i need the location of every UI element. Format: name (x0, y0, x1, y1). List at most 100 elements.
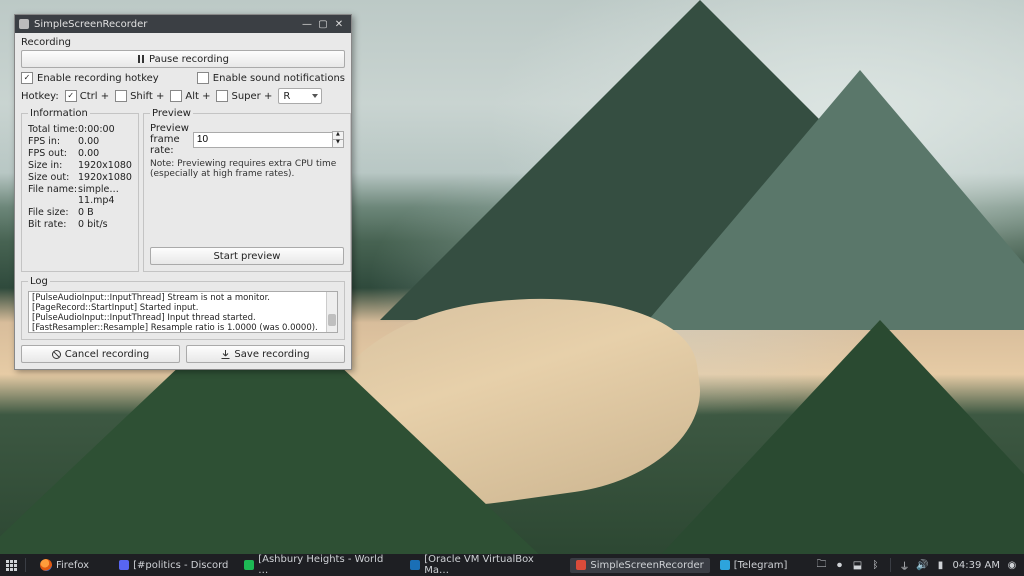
cancel-recording-button[interactable]: Cancel recording (21, 345, 180, 363)
hotkey-key-combo[interactable]: R (278, 88, 322, 104)
log-textarea[interactable]: [PulseAudioInput::InputThread] Stream is… (28, 291, 338, 333)
app-icon (576, 560, 586, 570)
taskbar-app[interactable]: SimpleScreenRecorder (570, 558, 709, 573)
file-size-value: 0 B (78, 207, 94, 218)
log-line: [PageRecord::StartInput] Started input. (32, 303, 334, 313)
information-group: Information Total time:0:00:00 FPS in:0.… (21, 108, 139, 272)
size-in-label: Size in: (28, 160, 78, 171)
taskbar: Firefox [#politics - Discord [Ashbury Hei… (0, 554, 1024, 576)
log-scrollbar[interactable] (326, 292, 337, 332)
cancel-recording-label: Cancel recording (65, 349, 149, 360)
total-time-label: Total time: (28, 124, 78, 135)
wallpaper-mountain (600, 320, 1024, 576)
super-checkbox[interactable] (216, 90, 228, 102)
taskbar-firefox-label: Firefox (56, 560, 89, 571)
app-icon (119, 560, 129, 570)
app-launcher-icon[interactable] (6, 560, 17, 571)
taskbar-app-label: [Oracle VM VirtualBox Ma… (424, 554, 560, 576)
shift-label: Shift + (130, 91, 164, 102)
tray-camera-icon[interactable]: ⏺ (834, 559, 846, 571)
bit-rate-label: Bit rate: (28, 219, 78, 230)
size-out-label: Size out: (28, 172, 78, 183)
shift-checkbox[interactable] (115, 90, 127, 102)
pause-recording-button[interactable]: Pause recording (21, 50, 345, 68)
pause-icon (137, 55, 145, 63)
tray-volume-icon[interactable]: 🔊 (917, 559, 929, 571)
wallpaper-mountain (640, 70, 1024, 330)
file-size-label: File size: (28, 207, 78, 218)
app-window: SimpleScreenRecorder — ▢ ✕ Recording Pau… (14, 14, 352, 370)
cancel-icon (52, 350, 61, 359)
enable-sound-checkbox[interactable] (197, 72, 209, 84)
file-name-value: simple…11.mp4 (78, 184, 132, 206)
alt-label: Alt + (185, 91, 210, 102)
super-label: Super + (231, 91, 272, 102)
preview-rate-input[interactable] (193, 132, 332, 148)
start-preview-button[interactable]: Start preview (150, 247, 344, 265)
close-button[interactable]: ✕ (331, 17, 347, 31)
preview-area (150, 179, 344, 247)
separator (890, 558, 891, 572)
save-recording-label: Save recording (234, 349, 309, 360)
preview-note: Note: Previewing requires extra CPU time… (150, 159, 344, 179)
start-preview-label: Start preview (213, 251, 280, 262)
app-icon (720, 560, 730, 570)
maximize-button[interactable]: ▢ (315, 17, 331, 31)
taskbar-app-label: [#politics - Discord (133, 560, 228, 571)
section-recording-label: Recording (21, 37, 345, 48)
log-legend: Log (28, 276, 50, 287)
tray-battery-icon[interactable]: ▮ (935, 559, 947, 571)
tray-wifi-icon[interactable]: ⏚ (899, 559, 911, 571)
bit-rate-value: 0 bit/s (78, 219, 108, 230)
tray-dropbox-icon[interactable]: ⬓ (852, 559, 864, 571)
fps-out-value: 0.00 (78, 148, 99, 159)
fps-in-value: 0.00 (78, 136, 99, 147)
taskbar-app-label: [Telegram] (734, 560, 788, 571)
taskbar-app[interactable]: [Ashbury Heights - World … (238, 552, 400, 576)
log-line: [PulseAudioInput::InputThread] Stream is… (32, 293, 334, 303)
minimize-button[interactable]: — (299, 17, 315, 31)
taskbar-app-label: SimpleScreenRecorder (590, 560, 703, 571)
fps-out-label: FPS out: (28, 148, 78, 159)
pause-recording-label: Pause recording (149, 54, 229, 65)
information-legend: Information (28, 108, 90, 119)
spin-down-icon[interactable]: ▼ (333, 140, 343, 147)
preview-legend: Preview (150, 108, 193, 119)
titlebar[interactable]: SimpleScreenRecorder — ▢ ✕ (15, 15, 351, 33)
tray-folder-icon[interactable]: 🗀 (816, 559, 828, 571)
alt-checkbox[interactable] (170, 90, 182, 102)
app-icon (244, 560, 254, 570)
enable-sound-label: Enable sound notifications (213, 73, 345, 84)
ctrl-label: Ctrl + (80, 91, 109, 102)
log-line: [PulseAudioInput::InputThread] Input thr… (32, 313, 334, 323)
separator (25, 558, 26, 572)
taskbar-app[interactable]: [Telegram] (714, 558, 794, 573)
hotkey-label: Hotkey: (21, 91, 59, 102)
file-name-label: File name: (28, 184, 78, 206)
tray-bluetooth-icon[interactable]: ᛒ (870, 559, 882, 571)
hotkey-key-value: R (283, 91, 290, 102)
enable-hotkey-checkbox[interactable] (21, 72, 33, 84)
tray-user-icon[interactable]: ◉ (1006, 559, 1018, 571)
log-group: Log [PulseAudioInput::InputThread] Strea… (21, 276, 345, 340)
taskbar-app[interactable]: [Oracle VM VirtualBox Ma… (404, 552, 566, 576)
ctrl-checkbox[interactable] (65, 90, 77, 102)
taskbar-apps: [#politics - Discord [Ashbury Heights - W… (113, 552, 815, 576)
preview-rate-label: Preview frame rate: (150, 123, 189, 156)
taskbar-firefox[interactable]: Firefox (34, 557, 95, 573)
size-in-value: 1920x1080 (78, 160, 132, 171)
log-line: [FastResampler::Resample] Resample ratio… (32, 323, 334, 333)
save-recording-button[interactable]: Save recording (186, 345, 345, 363)
total-time-value: 0:00:00 (78, 124, 115, 135)
preview-rate-spin[interactable]: ▲▼ (193, 131, 344, 148)
taskbar-app[interactable]: [#politics - Discord (113, 558, 234, 573)
size-out-value: 1920x1080 (78, 172, 132, 183)
window-title: SimpleScreenRecorder (34, 19, 299, 30)
desktop-wallpaper: SimpleScreenRecorder — ▢ ✕ Recording Pau… (0, 0, 1024, 576)
firefox-icon (40, 559, 52, 571)
taskbar-app-label: [Ashbury Heights - World … (258, 554, 394, 576)
save-icon (221, 350, 230, 359)
preview-group: Preview Preview frame rate: ▲▼ Note: Pre… (143, 108, 351, 272)
taskbar-clock[interactable]: 04:39 AM (953, 560, 1000, 571)
scrollbar-thumb[interactable] (328, 314, 336, 326)
